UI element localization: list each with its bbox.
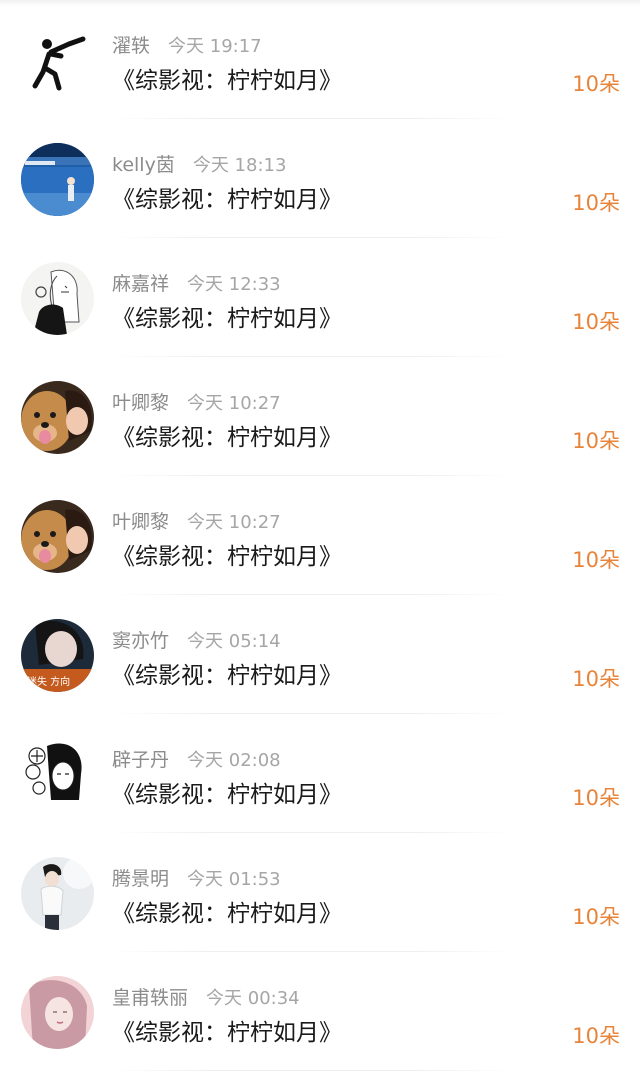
- book-title[interactable]: 《综影视：柠柠如月》: [112, 1018, 342, 1048]
- gift-time: 今天 19:17: [168, 36, 262, 57]
- dog-selfie-avatar: [21, 381, 94, 454]
- avatar[interactable]: [21, 143, 94, 216]
- gift-amount: 10朵: [572, 429, 620, 453]
- gift-time: 今天 12:33: [187, 274, 281, 295]
- list-item[interactable]: 濯轶 今天 19:17 《综影视：柠柠如月》 10朵: [0, 0, 640, 119]
- sender-meta: 叶卿黎 今天 10:27: [112, 391, 281, 416]
- sender-name[interactable]: 皇甫轶丽: [112, 987, 188, 1009]
- list-item[interactable]: kelly茵 今天 18:13 《综影视：柠柠如月》 10朵: [0, 119, 640, 238]
- divider: [112, 1070, 512, 1071]
- list-item[interactable]: 麻嘉祥 今天 12:33 《综影视：柠柠如月》 10朵: [0, 238, 640, 357]
- gift-time: 今天 18:13: [192, 155, 287, 176]
- sender-meta: 麻嘉祥 今天 12:33: [112, 272, 281, 297]
- gift-amount: 10朵: [572, 191, 620, 215]
- list-item[interactable]: 腾景明 今天 01:53 《综影视：柠柠如月》 10朵: [0, 833, 640, 952]
- sender-meta: 濯轶 今天 19:17: [112, 34, 262, 59]
- avatar[interactable]: [21, 381, 94, 454]
- sender-meta: 皇甫轶丽 今天 00:34: [112, 986, 300, 1011]
- gift-amount: 10朵: [572, 310, 620, 334]
- list-item[interactable]: 叶卿黎 今天 10:27 《综影视：柠柠如月》 10朵: [0, 476, 640, 595]
- dog-selfie-avatar: [21, 500, 94, 573]
- gift-amount: 10朵: [572, 1024, 620, 1048]
- book-title[interactable]: 《综影视：柠柠如月》: [112, 899, 342, 929]
- list-item[interactable]: 辟子丹 今天 02:08 《综影视：柠柠如月》 10朵: [0, 714, 640, 833]
- sender-meta: 腾景明 今天 01:53: [112, 867, 281, 892]
- sender-meta: 辟子丹 今天 02:08: [112, 748, 281, 773]
- avatar[interactable]: [21, 24, 94, 97]
- gift-time: 今天 02:08: [187, 750, 281, 771]
- book-title[interactable]: 《综影视：柠柠如月》: [112, 661, 342, 691]
- sender-name[interactable]: 叶卿黎: [112, 392, 169, 414]
- sender-name[interactable]: 窦亦竹: [112, 630, 169, 652]
- pink-portrait-avatar: [21, 976, 94, 1049]
- avatar[interactable]: [21, 500, 94, 573]
- ocean-photo-avatar: [21, 143, 94, 216]
- sender-name[interactable]: 腾景明: [112, 868, 169, 890]
- gift-time: 今天 10:27: [187, 512, 281, 533]
- avatar[interactable]: [21, 262, 94, 335]
- sender-meta: 叶卿黎 今天 10:27: [112, 510, 281, 535]
- book-title[interactable]: 《综影视：柠柠如月》: [112, 304, 342, 334]
- gift-time: 今天 10:27: [187, 393, 281, 414]
- gift-time: 今天 05:14: [187, 631, 281, 652]
- boy-photo-avatar: [21, 857, 94, 930]
- gift-amount: 10朵: [572, 905, 620, 929]
- book-title[interactable]: 《综影视：柠柠如月》: [112, 780, 342, 810]
- avatar[interactable]: [21, 857, 94, 930]
- sender-name[interactable]: 麻嘉祥: [112, 273, 169, 295]
- avatar[interactable]: [21, 738, 94, 811]
- gift-amount: 10朵: [572, 72, 620, 96]
- book-title[interactable]: 《综影视：柠柠如月》: [112, 542, 342, 572]
- sender-meta: 窦亦竹 今天 05:14: [112, 629, 281, 654]
- avatar-caption: 迷失 方向: [27, 675, 70, 688]
- gift-time: 今天 00:34: [206, 988, 300, 1009]
- sender-name[interactable]: 叶卿黎: [112, 511, 169, 533]
- gift-amount: 10朵: [572, 667, 620, 691]
- girl-photo-avatar: 迷失 方向: [21, 619, 94, 692]
- gift-time: 今天 01:53: [187, 869, 281, 890]
- avatar[interactable]: [21, 976, 94, 1049]
- book-title[interactable]: 《综影视：柠柠如月》: [112, 66, 342, 96]
- sender-name[interactable]: kelly茵: [112, 154, 175, 176]
- book-title[interactable]: 《综影视：柠柠如月》: [112, 185, 342, 215]
- gift-amount: 10朵: [572, 548, 620, 572]
- sender-meta: kelly茵 今天 18:13: [112, 153, 286, 178]
- sender-name[interactable]: 辟子丹: [112, 749, 169, 771]
- sketch-girl-avatar: [21, 262, 94, 335]
- flower-sketch-avatar: [21, 738, 94, 811]
- sender-name[interactable]: 濯轶: [112, 35, 150, 57]
- book-title[interactable]: 《综影视：柠柠如月》: [112, 423, 342, 453]
- shooter-pictogram-icon: [32, 36, 86, 91]
- list-item[interactable]: 叶卿黎 今天 10:27 《综影视：柠柠如月》 10朵: [0, 357, 640, 476]
- list-item[interactable]: 迷失 方向 窦亦竹 今天 05:14 《综影视：柠柠如月》 10朵: [0, 595, 640, 714]
- avatar[interactable]: 迷失 方向: [21, 619, 94, 692]
- gift-amount: 10朵: [572, 786, 620, 810]
- list-item[interactable]: 皇甫轶丽 今天 00:34 《综影视：柠柠如月》 10朵: [0, 952, 640, 1071]
